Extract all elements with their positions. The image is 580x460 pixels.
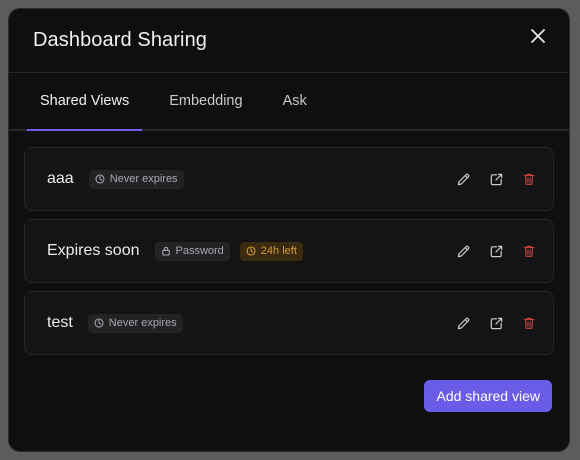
shared-views-list: aaa Never expires Expires soon Password … xyxy=(9,131,569,355)
open-link-button[interactable] xyxy=(488,171,504,187)
external-link-icon xyxy=(490,317,502,329)
badge-label: Password xyxy=(175,245,224,257)
password-badge: Password xyxy=(154,241,230,261)
shared-view-row: aaa Never expires xyxy=(24,147,554,211)
dashboard-sharing-dialog: Dashboard Sharing Shared Views Embedding… xyxy=(8,8,570,452)
pencil-icon xyxy=(457,173,469,185)
expiry-badge: Never expires xyxy=(88,169,184,189)
clock-icon xyxy=(246,246,256,256)
edit-button[interactable] xyxy=(455,243,471,259)
open-link-button[interactable] xyxy=(488,315,504,331)
external-link-icon xyxy=(490,173,502,185)
tab-embedding[interactable]: Embedding xyxy=(156,73,255,129)
shared-view-name: aaa xyxy=(47,170,74,187)
clock-icon xyxy=(94,318,104,328)
close-button[interactable] xyxy=(527,25,549,47)
dialog-footer: Add shared view xyxy=(424,380,552,412)
tab-shared-views[interactable]: Shared Views xyxy=(27,73,143,131)
trash-icon xyxy=(523,173,535,185)
pencil-icon xyxy=(457,317,469,329)
lock-icon xyxy=(161,246,170,256)
delete-button[interactable] xyxy=(521,243,537,259)
external-link-icon xyxy=(490,245,502,257)
clock-icon xyxy=(95,174,105,184)
expiry-badge: Never expires xyxy=(87,313,183,333)
add-shared-view-button[interactable]: Add shared view xyxy=(424,380,552,412)
open-link-button[interactable] xyxy=(488,243,504,259)
dialog-header: Dashboard Sharing xyxy=(9,9,569,73)
tab-bar: Shared Views Embedding Ask xyxy=(9,73,569,131)
shared-view-row: Expires soon Password 24h left xyxy=(24,219,554,283)
shared-view-name: Expires soon xyxy=(47,242,140,259)
trash-icon xyxy=(523,245,535,257)
badge-label: Never expires xyxy=(108,317,177,329)
expiry-warning-badge: 24h left xyxy=(239,241,303,261)
close-icon xyxy=(531,29,545,43)
pencil-icon xyxy=(457,245,469,257)
edit-button[interactable] xyxy=(455,171,471,187)
badge-label: Never expires xyxy=(109,173,178,185)
delete-button[interactable] xyxy=(521,171,537,187)
delete-button[interactable] xyxy=(521,315,537,331)
shared-view-row: test Never expires xyxy=(24,291,554,355)
tab-ask[interactable]: Ask xyxy=(270,73,320,129)
badge-label: 24h left xyxy=(260,245,297,257)
edit-button[interactable] xyxy=(455,315,471,331)
shared-view-name: test xyxy=(47,314,73,331)
trash-icon xyxy=(523,317,535,329)
dialog-title: Dashboard Sharing xyxy=(33,29,208,51)
